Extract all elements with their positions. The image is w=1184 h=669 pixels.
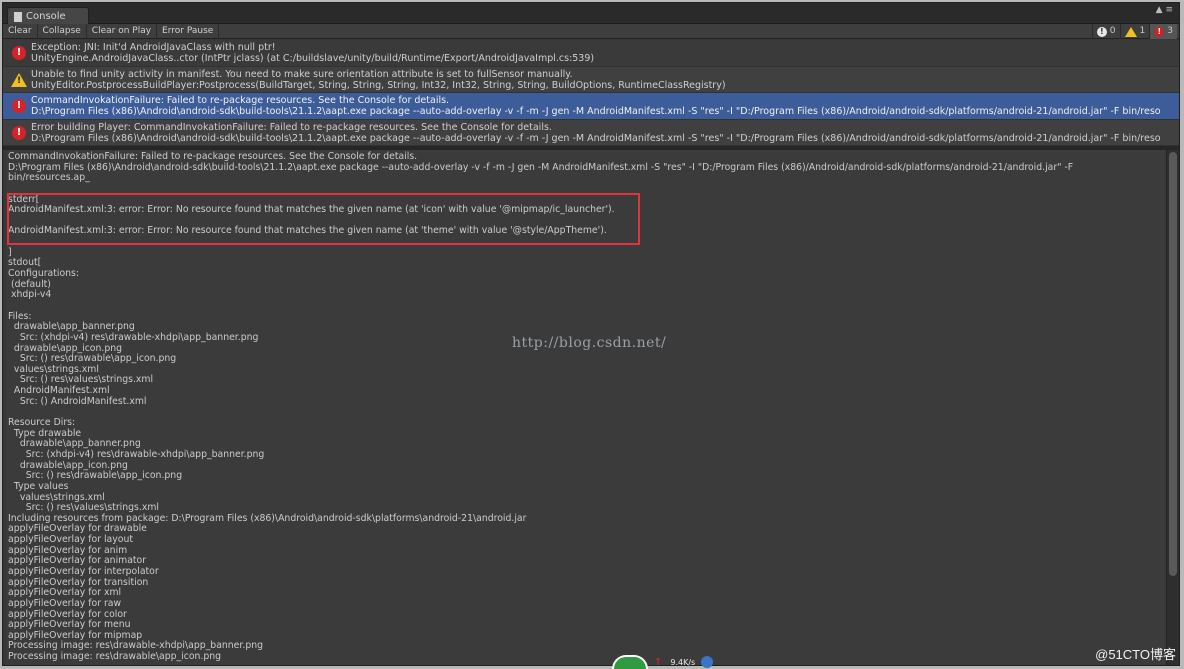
log-entry-stacktrace: D:\Program Files (x86)\Android\android-s… (31, 106, 1161, 117)
detail-line: applyFileOverlay for transition (8, 576, 149, 588)
detail-line: Resource Dirs: (8, 417, 76, 429)
detail-line: applyFileOverlay for drawable (8, 523, 147, 535)
scrollbar-thumb[interactable] (1169, 152, 1177, 576)
detail-line: applyFileOverlay for raw (8, 597, 122, 609)
detail-line: ] (8, 246, 12, 258)
log-entry-stacktrace: UnityEditor.PostprocessBuildPlayer:Postp… (31, 79, 726, 91)
window-menu-icon[interactable]: ▲ ≡ (1156, 6, 1173, 15)
collapse-toggle[interactable]: Collapse (38, 23, 87, 39)
detail-line: applyFileOverlay for color (8, 608, 127, 620)
detail-line: applyFileOverlay for animator (8, 555, 147, 567)
detail-line: Src: () res\values\strings.xml (8, 374, 154, 386)
log-entry-list: ! Exception: JNI: Init'd AndroidJavaClass… (3, 40, 1179, 146)
detail-line: values\strings.xml (8, 491, 105, 503)
log-entry[interactable]: ! Error building Player: CommandInvokatio… (3, 119, 1179, 146)
log-entry-message: Unable to find unity activity in manifes… (31, 68, 573, 80)
network-speed: 9.4K/s (670, 657, 696, 667)
console-tab-icon (14, 11, 22, 22)
detail-line: applyFileOverlay for xml (8, 587, 122, 599)
detail-line: (default) (8, 278, 51, 290)
info-icon: ! (1096, 26, 1107, 37)
info-filter-toggle[interactable]: ! 0 (1091, 24, 1120, 39)
error-icon: ! (1154, 26, 1165, 37)
detail-scrollbar[interactable] (1166, 150, 1179, 665)
detail-line (8, 301, 1168, 312)
detail-line: D:\Program Files (x86)\Android\android-s… (8, 161, 1074, 173)
detail-line: applyFileOverlay for anim (8, 544, 128, 556)
console-window: Console ▲ ≡ Clear Collapse Clear on Play… (2, 2, 1180, 666)
watermark-text: http://blog.csdn.net/ (512, 335, 667, 351)
clear-button[interactable]: Clear (3, 23, 38, 39)
detail-line: Src: (xhdpi-v4) res\drawable-xhdpi\app_b… (8, 448, 265, 460)
log-entry-message: CommandInvokationFailure: Failed to re-p… (31, 95, 450, 106)
detail-line: Src: () AndroidManifest.xml (8, 395, 147, 407)
tab-console[interactable]: Console (7, 7, 89, 25)
detail-line: Type drawable (8, 427, 82, 439)
warning-filter-toggle[interactable]: 1 (1119, 24, 1150, 39)
detail-line: AndroidManifest.xml (8, 385, 110, 397)
network-speed-widget: ↑ 9.4K/s (612, 655, 722, 669)
detail-line: Configurations: (8, 268, 80, 280)
tab-console-label: Console (26, 10, 66, 22)
detail-line: Src: () res\drawable\app_icon.png (8, 353, 177, 365)
log-entry-message: Error building Player: CommandInvokation… (31, 121, 552, 133)
error-filter-toggle[interactable]: ! 3 (1149, 24, 1177, 39)
brand-watermark: @51CTO博客 (1095, 647, 1176, 662)
detail-line (8, 407, 1168, 418)
log-entry[interactable]: ! Unable to find unity activity in manife… (3, 66, 1179, 93)
detail-line: applyFileOverlay for layout (8, 534, 133, 546)
detail-line: Including resources from package: D:\Pro… (8, 512, 527, 524)
detail-line: stdout[ (8, 257, 42, 269)
info-count: 0 (1109, 26, 1116, 36)
warning-icon (1124, 26, 1137, 37)
detail-line: applyFileOverlay for menu (8, 619, 131, 631)
detail-line: Type values (8, 480, 69, 492)
tab-bar: Console ▲ ≡ (3, 3, 1179, 25)
detail-line: Processing image: res\drawable\app_icon.… (8, 651, 222, 663)
clear-on-play-toggle[interactable]: Clear on Play (87, 23, 158, 39)
detail-line: values\strings.xml (8, 363, 99, 375)
log-detail-pane: CommandInvokationFailure: Failed to re-p… (6, 150, 1168, 665)
detail-line: xhdpi-v4 (8, 289, 52, 301)
stderr-highlight-box (7, 193, 640, 245)
log-entry[interactable]: ! Exception: JNI: Init'd AndroidJavaClass… (3, 40, 1179, 67)
detail-line: drawable\app_icon.png (8, 459, 128, 471)
error-icon: ! (12, 46, 26, 60)
detail-line: bin/resources.ap_ (8, 172, 90, 184)
error-icon: ! (12, 99, 26, 113)
detail-line: Files: (8, 310, 32, 322)
error-pause-toggle[interactable]: Error Pause (157, 23, 220, 39)
warning-icon: ! (11, 72, 27, 87)
console-toolbar: Clear Collapse Clear on Play Error Pause… (3, 23, 1179, 39)
detail-line: Src: () res\drawable\app_icon.png (8, 470, 183, 482)
detail-line: applyFileOverlay for interpolator (8, 565, 159, 577)
error-icon: ! (12, 125, 26, 140)
network-status-icon (701, 656, 714, 668)
error-count: 3 (1167, 26, 1173, 36)
network-ball-icon (612, 655, 648, 669)
log-counts: ! 0 1 ! 3 (1091, 24, 1177, 39)
log-entry-stacktrace: UnityEngine.AndroidJavaClass..ctor (IntP… (31, 53, 595, 64)
log-entry-stacktrace: D:\Program Files (x86)\Android\android-s… (31, 132, 1161, 144)
upload-arrow-icon: ↑ (654, 656, 663, 668)
log-entry-message: Exception: JNI: Init'd AndroidJavaClass … (31, 42, 276, 53)
log-entry[interactable]: ! CommandInvokationFailure: Failed to re-… (3, 93, 1179, 120)
warning-count: 1 (1139, 26, 1146, 36)
